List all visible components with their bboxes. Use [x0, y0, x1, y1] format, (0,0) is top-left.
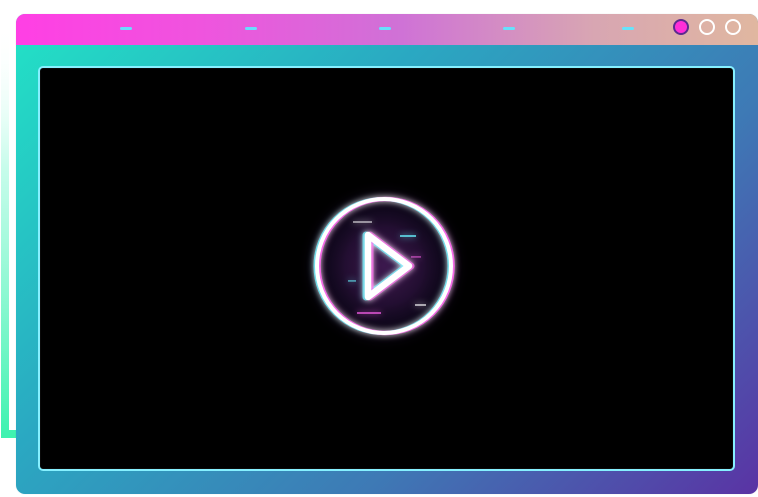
titlebar-dash — [120, 27, 132, 30]
play-button[interactable] — [304, 186, 464, 346]
window-titlebar — [16, 14, 758, 45]
video-player-window-illustration — [0, 0, 758, 497]
titlebar-dash — [379, 27, 391, 30]
browser-window — [16, 14, 758, 494]
titlebar-dash — [245, 27, 257, 30]
window-control-icon[interactable] — [725, 19, 741, 35]
window-control-active-icon[interactable] — [673, 19, 689, 35]
play-button-area — [304, 186, 464, 346]
window-controls — [673, 19, 741, 35]
titlebar-dash — [622, 27, 634, 30]
video-viewport — [38, 66, 735, 471]
window-control-icon[interactable] — [699, 19, 715, 35]
titlebar-dash — [503, 27, 515, 30]
play-icon — [313, 196, 455, 336]
